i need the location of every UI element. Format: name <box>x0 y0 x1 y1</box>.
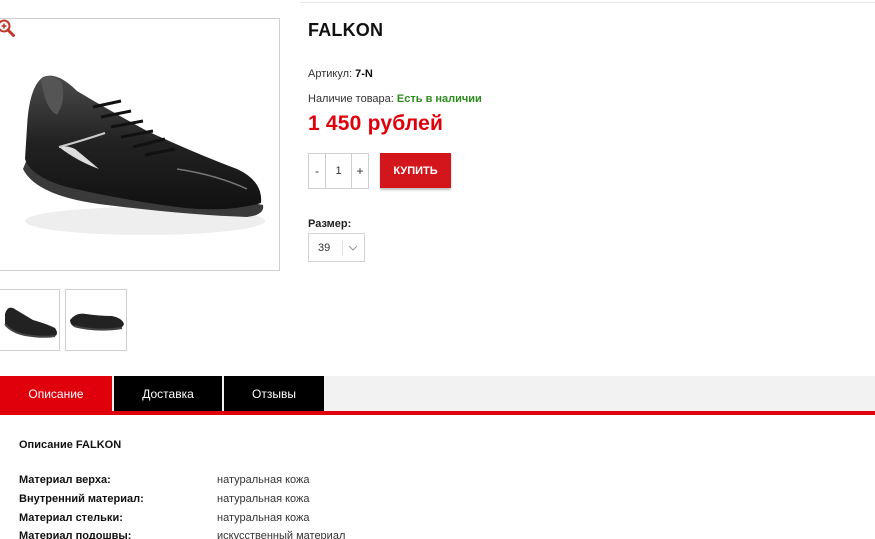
product-sku: Артикул: 7-N <box>308 68 373 80</box>
stock-value: Есть в наличии <box>396 93 482 105</box>
tab-underline <box>0 411 875 415</box>
size-selected-value: 39 <box>318 241 331 254</box>
spec-value: натуральная кожа <box>217 474 310 486</box>
chevron-down-icon <box>348 245 358 251</box>
quantity-decrease-button[interactable]: - <box>309 154 325 188</box>
stock-label: Наличие товара: <box>308 93 394 105</box>
thumbnail-1[interactable] <box>0 289 60 351</box>
product-title: FALKON <box>308 20 384 40</box>
quantity-stepper: - 1 + <box>308 153 369 189</box>
spec-row: Материал стельки: натуральная кожа <box>19 512 619 526</box>
buy-button[interactable]: КУПИТЬ <box>380 153 451 188</box>
product-price: 1 450 рублей <box>308 112 444 135</box>
tab-description[interactable]: Описание <box>0 376 112 411</box>
sku-value: 7-N <box>355 68 373 80</box>
shoe-thumbnail-image <box>4 307 57 338</box>
size-label: Размер: <box>308 218 352 230</box>
spec-key: Внутренний материал: <box>19 493 144 505</box>
zoom-in-icon[interactable] <box>0 19 15 37</box>
spec-value: искусственный материал <box>217 530 346 539</box>
quantity-input[interactable]: 1 <box>325 154 352 188</box>
shoe-thumbnail-image <box>70 313 124 331</box>
spec-key: Материал стельки: <box>19 512 123 524</box>
spec-row: Внутренний материал: натуральная кожа <box>19 493 619 507</box>
tab-reviews[interactable]: Отзывы <box>224 376 324 411</box>
spec-key: Материал подошвы: <box>19 530 132 539</box>
size-select[interactable]: 39 <box>308 233 365 262</box>
description-title: Описание FALKON <box>19 439 122 451</box>
spec-value: натуральная кожа <box>217 512 310 524</box>
select-divider <box>342 241 343 255</box>
stock-status: Наличие товара: Есть в наличии <box>308 93 482 105</box>
quantity-increase-button[interactable]: + <box>352 154 368 188</box>
spec-key: Материал верха: <box>19 474 111 486</box>
thumbnail-2[interactable] <box>65 289 127 351</box>
top-divider <box>300 2 875 3</box>
tab-delivery[interactable]: Доставка <box>114 376 222 411</box>
spec-row: Материал подошвы: искусственный материал <box>19 530 619 539</box>
spec-row: Материал верха: натуральная кожа <box>19 474 619 488</box>
main-product-image[interactable] <box>0 18 280 271</box>
spec-value: натуральная кожа <box>217 493 310 505</box>
shoe-image <box>23 75 265 235</box>
sku-label: Артикул: <box>308 68 353 80</box>
